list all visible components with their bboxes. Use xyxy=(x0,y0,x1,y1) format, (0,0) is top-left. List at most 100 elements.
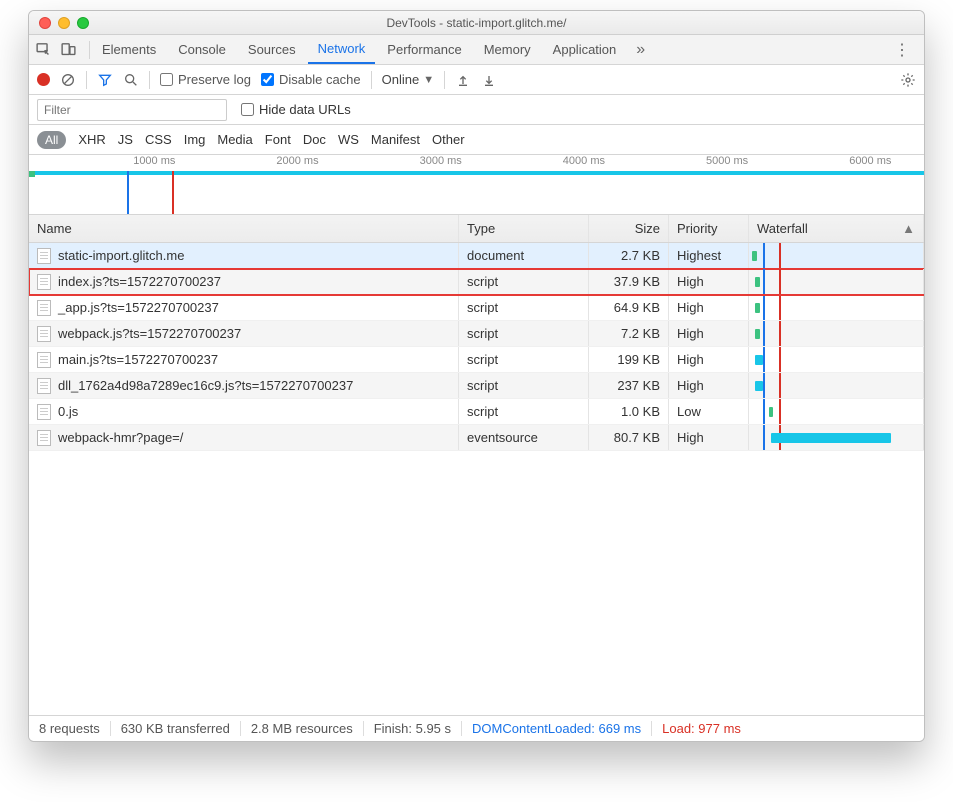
preserve-log-checkbox[interactable]: Preserve log xyxy=(160,72,251,87)
table-row[interactable]: static-import.glitch.medocument2.7 KBHig… xyxy=(29,243,924,269)
timeline-overview[interactable]: 1000 ms 2000 ms 3000 ms 4000 ms 5000 ms … xyxy=(29,155,924,215)
type-css[interactable]: CSS xyxy=(145,132,172,147)
throttling-select[interactable]: Online ▼ xyxy=(382,72,434,87)
table-row[interactable]: dll_1762a4d98a7289ec16c9.js?ts=157227070… xyxy=(29,373,924,399)
request-size: 237 KB xyxy=(589,373,669,398)
table-row[interactable]: webpack-hmr?page=/eventsource80.7 KBHigh xyxy=(29,425,924,451)
domcontentloaded-line xyxy=(763,295,765,320)
type-js[interactable]: JS xyxy=(118,132,133,147)
request-size: 1.0 KB xyxy=(589,399,669,424)
type-other[interactable]: Other xyxy=(432,132,465,147)
col-name[interactable]: Name xyxy=(29,215,459,242)
type-font[interactable]: Font xyxy=(265,132,291,147)
tick: 5000 ms xyxy=(706,155,748,167)
filter-icon[interactable] xyxy=(97,72,113,88)
more-tabs-button[interactable]: » xyxy=(628,41,653,59)
search-icon[interactable] xyxy=(123,72,139,88)
load-line xyxy=(779,321,781,346)
domcontentloaded-line xyxy=(763,321,765,346)
request-priority: Highest xyxy=(669,243,749,268)
sort-indicator-icon: ▲ xyxy=(902,221,915,236)
tick: 1000 ms xyxy=(133,155,175,167)
type-xhr[interactable]: XHR xyxy=(78,132,105,147)
request-priority: Low xyxy=(669,399,749,424)
table-row[interactable]: webpack.js?ts=1572270700237script7.2 KBH… xyxy=(29,321,924,347)
type-img[interactable]: Img xyxy=(184,132,206,147)
disable-cache-checkbox[interactable]: Disable cache xyxy=(261,72,361,87)
type-media[interactable]: Media xyxy=(217,132,252,147)
type-all[interactable]: All xyxy=(37,131,66,149)
tick: 2000 ms xyxy=(276,155,318,167)
preserve-log-label: Preserve log xyxy=(178,72,251,87)
load-line xyxy=(779,243,781,268)
status-resources: 2.8 MB resources xyxy=(241,721,364,736)
waterfall-bar xyxy=(755,355,763,365)
upload-har-icon[interactable] xyxy=(455,72,471,88)
table-row[interactable]: 0.jsscript1.0 KBLow xyxy=(29,399,924,425)
table-row[interactable]: _app.js?ts=1572270700237 script64.9 KBHig… xyxy=(29,295,924,321)
file-icon xyxy=(37,378,51,394)
devtools-menu-button[interactable]: ⋮ xyxy=(886,40,918,60)
tab-application[interactable]: Application xyxy=(543,35,627,64)
network-table: Name Type Size Priority Waterfall ▲ stat… xyxy=(29,215,924,715)
request-name: 0.js xyxy=(58,404,78,419)
file-icon xyxy=(37,248,51,264)
filter-row: Hide data URLs xyxy=(29,95,924,125)
filter-input[interactable] xyxy=(37,99,227,121)
table-row[interactable]: main.js?ts=1572270700237script199 KBHigh xyxy=(29,347,924,373)
request-priority: High xyxy=(669,425,749,450)
record-button[interactable] xyxy=(37,73,50,86)
domcontentloaded-line xyxy=(763,399,765,424)
status-finish: Finish: 5.95 s xyxy=(364,721,462,736)
tab-sources[interactable]: Sources xyxy=(238,35,306,64)
type-manifest[interactable]: Manifest xyxy=(371,132,420,147)
col-waterfall[interactable]: Waterfall ▲ xyxy=(749,215,924,242)
inspect-element-icon[interactable] xyxy=(35,41,52,58)
hide-data-urls-input[interactable] xyxy=(241,103,254,116)
request-priority: High xyxy=(669,347,749,372)
device-toolbar-icon[interactable] xyxy=(60,41,77,58)
tab-memory[interactable]: Memory xyxy=(474,35,541,64)
type-doc[interactable]: Doc xyxy=(303,132,326,147)
preserve-log-input[interactable] xyxy=(160,73,173,86)
request-priority: High xyxy=(669,269,749,294)
request-size: 7.2 KB xyxy=(589,321,669,346)
request-priority: High xyxy=(669,321,749,346)
request-type: eventsource xyxy=(459,425,589,450)
request-size: 199 KB xyxy=(589,347,669,372)
load-line xyxy=(779,269,781,294)
col-type[interactable]: Type xyxy=(459,215,589,242)
tab-console[interactable]: Console xyxy=(168,35,236,64)
tab-network[interactable]: Network xyxy=(308,35,376,64)
table-header: Name Type Size Priority Waterfall ▲ xyxy=(29,215,924,243)
tab-elements[interactable]: Elements xyxy=(92,35,166,64)
request-name: index.js?ts=1572270700237 xyxy=(58,274,221,289)
request-size: 64.9 KB xyxy=(589,295,669,320)
throttling-value: Online xyxy=(382,72,420,87)
tab-performance[interactable]: Performance xyxy=(377,35,471,64)
request-name: _app.js?ts=1572270700237 xyxy=(58,300,219,315)
settings-icon[interactable] xyxy=(900,72,916,88)
request-name: dll_1762a4d98a7289ec16c9.js?ts=157227070… xyxy=(58,378,353,393)
request-priority: High xyxy=(669,295,749,320)
download-har-icon[interactable] xyxy=(481,72,497,88)
type-ws[interactable]: WS xyxy=(338,132,359,147)
file-icon xyxy=(37,274,51,290)
hide-data-urls-checkbox[interactable]: Hide data URLs xyxy=(241,102,351,117)
disable-cache-input[interactable] xyxy=(261,73,274,86)
disable-cache-label: Disable cache xyxy=(279,72,361,87)
titlebar: DevTools - static-import.glitch.me/ xyxy=(29,11,924,35)
col-size[interactable]: Size xyxy=(589,215,669,242)
request-name: webpack.js?ts=1572270700237 xyxy=(58,326,241,341)
devtools-window: DevTools - static-import.glitch.me/ Elem… xyxy=(28,10,925,742)
request-type: script xyxy=(459,295,589,320)
tick: 3000 ms xyxy=(420,155,462,167)
request-size: 37.9 KB xyxy=(589,269,669,294)
table-row[interactable]: index.js?ts=1572270700237script37.9 KBHi… xyxy=(29,269,924,295)
load-line xyxy=(779,373,781,398)
clear-button[interactable] xyxy=(60,72,76,88)
load-line xyxy=(779,399,781,424)
request-name: main.js?ts=1572270700237 xyxy=(58,352,218,367)
request-name: webpack-hmr?page=/ xyxy=(58,430,183,445)
col-priority[interactable]: Priority xyxy=(669,215,749,242)
